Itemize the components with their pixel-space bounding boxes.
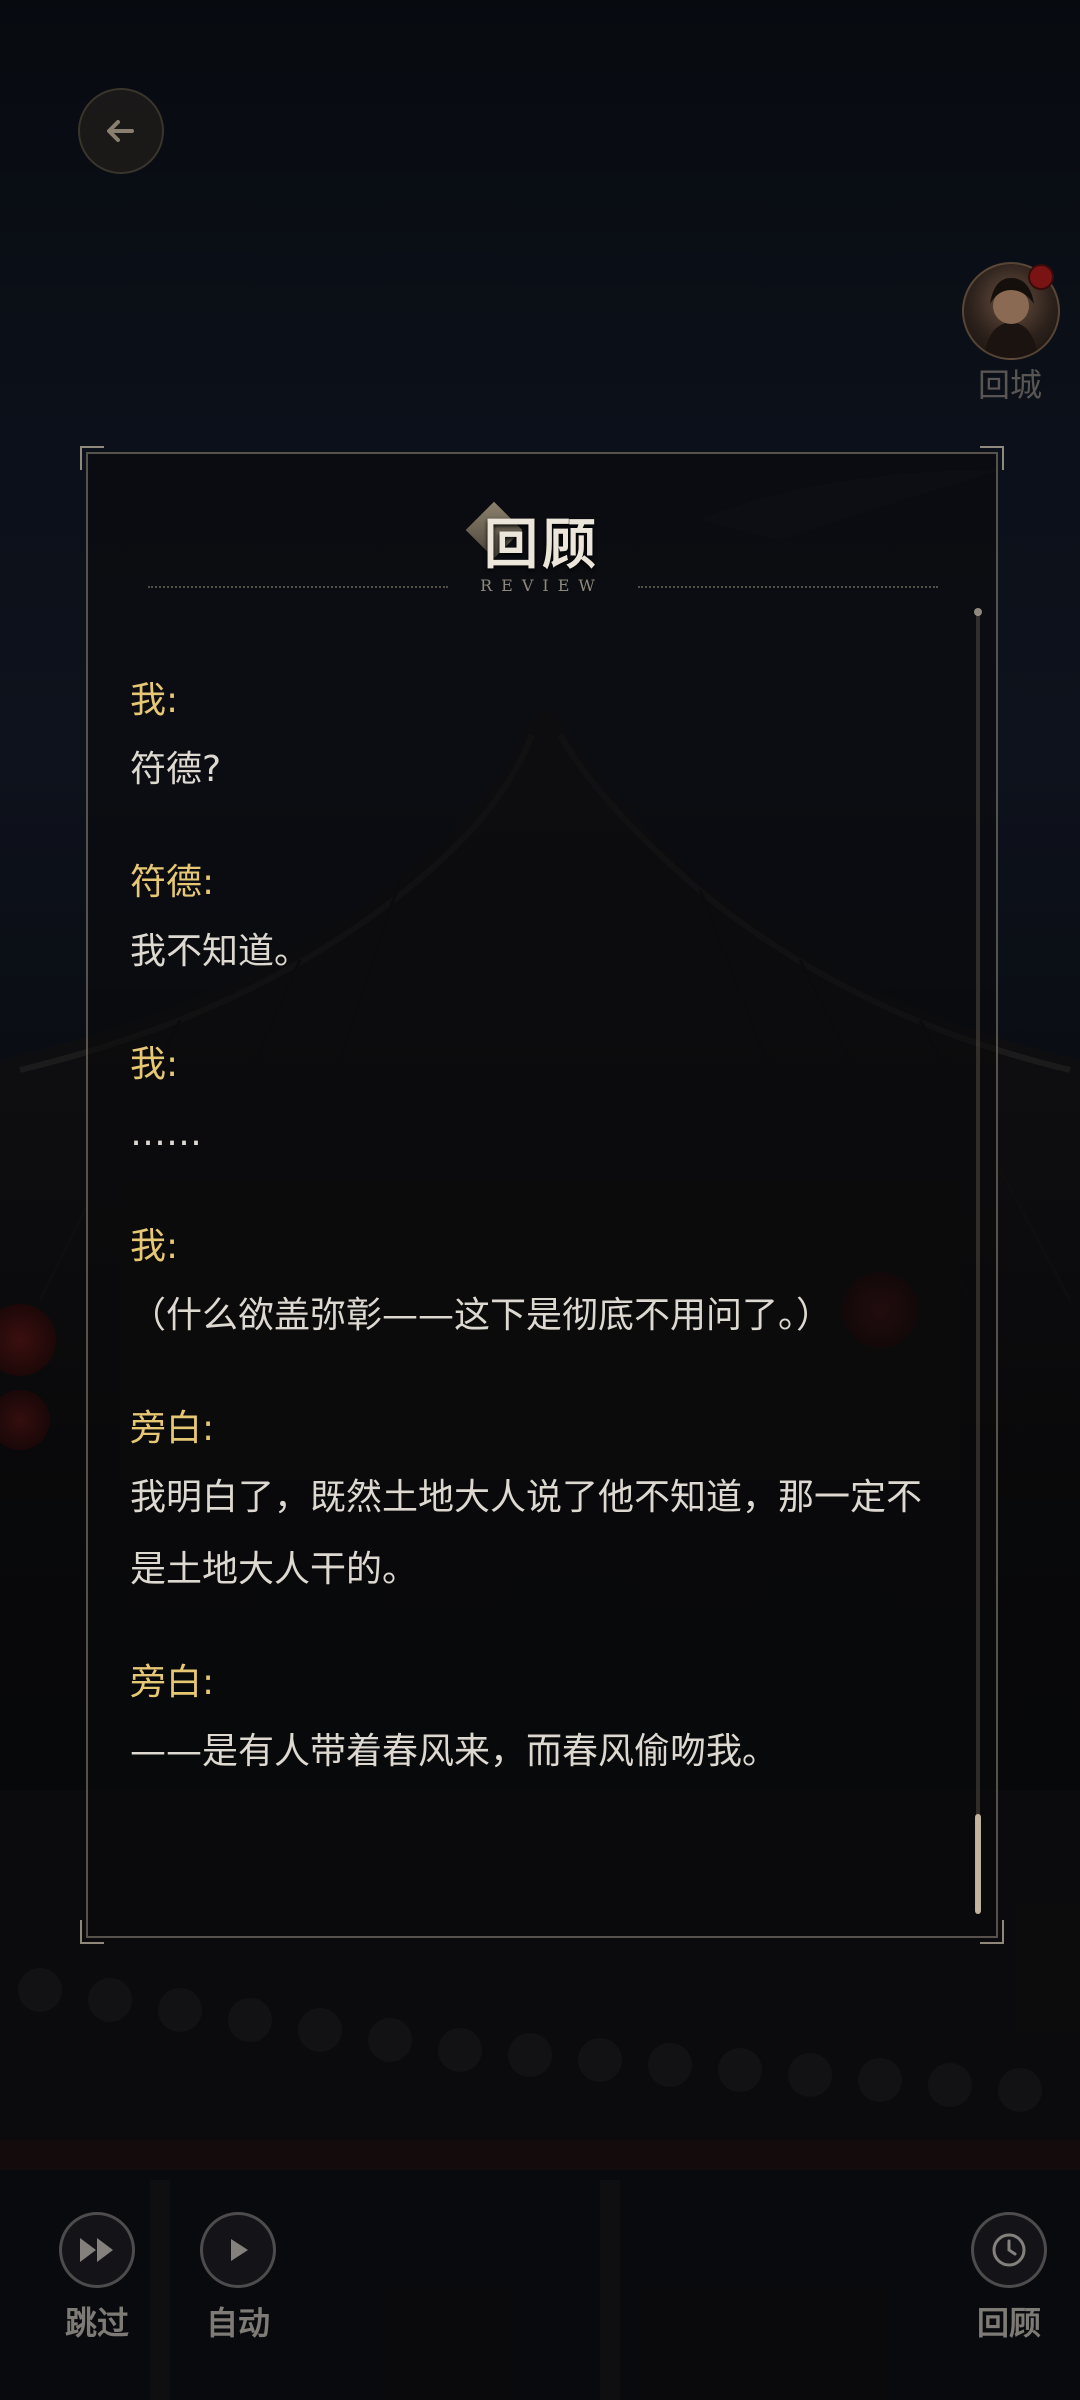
panel-corner [980,446,1004,470]
play-icon [231,2239,248,2261]
dialogue-line: 我不知道。 [130,931,311,972]
review-label: 回顾 [976,2304,1041,2342]
dialogue-list[interactable]: 我: 符德? 符德: 我不知道。 我: …… 我: （什么欲盖弥彰——这下是彻底… [130,676,950,1840]
panel-corner [80,1920,104,1944]
skip-button[interactable]: 跳过 [42,2212,152,2344]
scrollbar-thumb[interactable] [975,1814,981,1914]
speaker-name: 我: [130,1226,179,1267]
back-arrow-icon [107,120,134,142]
speaker-name: 旁白: [130,1408,215,1449]
dialogue-line: ——是有人带着春风来，而春风偷吻我。 [130,1731,779,1772]
auto-label: 自动 [205,2304,270,2342]
notification-dot [1028,264,1054,290]
dialogue-entry: 我: 符德? [130,676,950,806]
back-button[interactable] [78,88,164,174]
fast-forward-icon [80,2238,113,2262]
review-button[interactable]: 回顾 [954,2212,1064,2344]
dialogue-entry: 旁白: 我明白了，既然土地大人说了他不知道，那一定不是土地大人干的。 [130,1404,950,1606]
speaker-name: 我: [130,1044,179,1085]
dialogue-entry: 符德: 我不知道。 [130,858,950,988]
dialogue-line: …… [130,1113,202,1154]
skip-label: 跳过 [64,2304,129,2342]
auto-circle [200,2212,276,2288]
divider-right [638,586,938,588]
scrollbar-cap [974,608,982,616]
panel-corner [80,446,104,470]
return-city-label: 回城 [977,366,1042,404]
dialogue-line: 我明白了，既然土地大人说了他不知道，那一定不是土地大人干的。 [130,1477,923,1590]
review-circle [971,2212,1047,2288]
return-city-button[interactable] [962,262,1060,360]
review-panel: 回顾 REVIEW 我: 符德? 符德: 我不知道。 我: …… 我: （什么欲… [80,446,1004,1944]
panel-header: 回顾 [88,494,996,576]
panel-corner [980,1920,1004,1944]
clock-icon [992,2233,1026,2267]
dialogue-entry: 旁白: ——是有人带着春风来，而春风偷吻我。 [130,1658,950,1788]
speaker-name: 旁白: [130,1662,215,1703]
panel-title: 回顾 [484,512,600,576]
skip-circle [59,2212,135,2288]
speaker-name: 符德: [130,862,215,903]
speaker-name: 我: [130,680,179,721]
dialogue-line: 符德? [130,749,222,790]
scrollbar-track[interactable] [976,614,980,1914]
auto-button[interactable]: 自动 [183,2212,293,2344]
dialogue-entry: 我: …… [130,1040,950,1170]
dialogue-entry: 我: （什么欲盖弥彰——这下是彻底不用问了。） [130,1222,950,1352]
dialogue-line: （什么欲盖弥彰——这下是彻底不用问了。） [130,1295,833,1336]
